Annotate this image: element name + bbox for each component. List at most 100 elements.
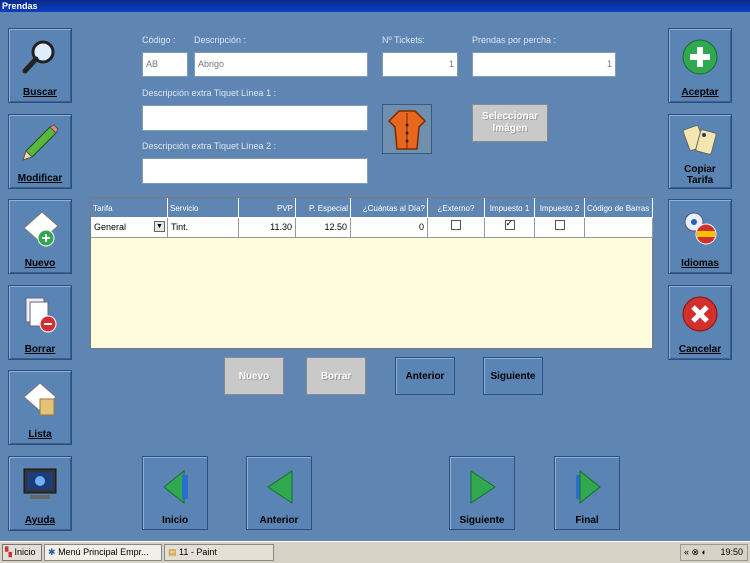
- windows-logo-icon: ▚: [5, 547, 12, 557]
- row-siguiente-button[interactable]: Siguiente: [483, 357, 543, 395]
- taskbar-item-menu[interactable]: ✱ Menú Principal Empr...: [44, 544, 162, 561]
- plus-icon: [682, 39, 718, 75]
- coat-icon: [387, 110, 427, 150]
- copiar-tarifa-button[interactable]: Copiar Tarifa: [668, 114, 732, 189]
- nuevo-left-button[interactable]: Nuevo: [8, 199, 72, 274]
- list-icon: [23, 382, 57, 416]
- window-titlebar: Prendas: [0, 0, 750, 12]
- copiar-tarifa-label: Copiar Tarifa: [669, 164, 731, 186]
- copiar-label: Copiar: [684, 164, 716, 175]
- cell-servicio[interactable]: Tint.: [168, 218, 239, 238]
- flags-icon: [684, 212, 717, 245]
- borrar-left-label: Borrar: [24, 344, 56, 355]
- col-servicio[interactable]: Servicio: [168, 198, 239, 218]
- cell-tarifa-value: General: [94, 222, 127, 232]
- col-especial[interactable]: P. Especial: [296, 198, 351, 218]
- cell-codigo[interactable]: [585, 218, 653, 238]
- aceptar-label: Aceptar: [681, 87, 719, 98]
- table-row[interactable]: General ▼ Tint. 11.30 12.50 0: [91, 218, 653, 238]
- cell-impuesto1[interactable]: [485, 218, 535, 238]
- row-nuevo-button[interactable]: Nuevo: [224, 357, 284, 395]
- externo-checkbox[interactable]: [451, 220, 461, 230]
- col-cuantas[interactable]: ¿Cuántas al Día?: [351, 198, 428, 218]
- buscar-label: Buscar: [23, 87, 57, 98]
- borrar-left-button[interactable]: Borrar: [8, 285, 72, 360]
- next-arrow-icon: [470, 470, 496, 504]
- cell-pvp[interactable]: 11.30: [239, 218, 296, 238]
- nav-siguiente-button[interactable]: Siguiente: [449, 456, 515, 530]
- help-monitor-icon: [23, 468, 57, 499]
- app-icon: ✱: [48, 547, 56, 557]
- impuesto1-checkbox[interactable]: [504, 218, 515, 230]
- descripcion-field[interactable]: Abrigo: [194, 52, 368, 77]
- delete-doc-icon: [25, 297, 57, 333]
- nav-anterior-button[interactable]: Anterior: [246, 456, 312, 530]
- buscar-button[interactable]: Buscar: [8, 28, 72, 103]
- clock: 19:50: [720, 547, 743, 557]
- idiomas-label: Idiomas: [681, 258, 719, 269]
- nuevo-left-label: Nuevo: [24, 258, 56, 269]
- x-icon: [682, 296, 718, 332]
- paint-icon: ▤: [168, 547, 177, 557]
- col-codigo[interactable]: Código de Barras: [585, 198, 653, 218]
- tickets-label: Nº Tickets:: [382, 35, 425, 45]
- nav-siguiente-label: Siguiente: [459, 515, 505, 526]
- cell-impuesto2[interactable]: [535, 218, 585, 238]
- modificar-button[interactable]: Modificar: [8, 114, 72, 189]
- select-image-label-2: Imágen: [492, 123, 528, 134]
- taskbar-item-paint-label: 11 - Paint: [179, 547, 217, 557]
- ayuda-label: Ayuda: [24, 515, 56, 526]
- taskbar-item-paint[interactable]: ▤ 11 - Paint: [164, 544, 274, 561]
- tray-icons[interactable]: « ⊗ ◐: [681, 547, 707, 557]
- cell-externo[interactable]: [428, 218, 485, 238]
- idiomas-button[interactable]: Idiomas: [668, 199, 732, 274]
- last-record-icon: [576, 469, 601, 505]
- extra1-label: Descripción extra Tiquet Línea 1 :: [142, 88, 277, 98]
- cell-cuantas[interactable]: 0: [351, 218, 428, 238]
- tickets-field[interactable]: 1: [382, 52, 458, 77]
- extra2-label: Descripción extra Tiquet Línea 2 :: [142, 141, 277, 151]
- ayuda-button[interactable]: Ayuda: [8, 456, 72, 531]
- cell-especial[interactable]: 12.50: [296, 218, 351, 238]
- cancelar-button[interactable]: Cancelar: [668, 285, 732, 360]
- row-anterior-button[interactable]: Anterior: [395, 357, 455, 395]
- perchas-field[interactable]: 1: [472, 52, 616, 77]
- extra2-field[interactable]: [142, 158, 368, 184]
- col-impuesto1[interactable]: Impuesto 1: [485, 198, 535, 218]
- descripcion-label: Descripción :: [194, 35, 247, 45]
- image-button[interactable]: [382, 104, 432, 154]
- codigo-label: Código :: [142, 35, 176, 45]
- select-image-label-1: Seleccionar: [481, 111, 539, 122]
- modificar-label: Modificar: [17, 173, 63, 184]
- chevron-down-icon[interactable]: ▼: [154, 221, 165, 232]
- taskbar: ▚ Inicio ✱ Menú Principal Empr... ▤ 11 -…: [0, 541, 750, 563]
- first-record-icon: [163, 469, 188, 505]
- nav-final-button[interactable]: Final: [554, 456, 620, 530]
- select-image-button[interactable]: Seleccionar Imágen: [472, 104, 548, 142]
- tarifas-grid[interactable]: Tarifa Servicio PVP P. Especial ¿Cuántas…: [90, 197, 653, 349]
- nav-final-label: Final: [575, 515, 599, 526]
- start-label: Inicio: [14, 547, 36, 557]
- aceptar-button[interactable]: Aceptar: [668, 28, 732, 103]
- col-pvp[interactable]: PVP: [239, 198, 296, 218]
- col-impuesto2[interactable]: Impuesto 2: [535, 198, 585, 218]
- codigo-field[interactable]: AB: [142, 52, 188, 77]
- window-title: Prendas: [2, 1, 38, 11]
- nav-anterior-label: Anterior: [259, 515, 299, 526]
- nav-inicio-button[interactable]: Inicio: [142, 456, 208, 530]
- extra1-field[interactable]: [142, 105, 368, 131]
- lista-label: Lista: [28, 429, 52, 440]
- cell-tarifa[interactable]: General ▼: [91, 218, 168, 238]
- col-tarifa[interactable]: Tarifa: [91, 198, 168, 218]
- col-externo[interactable]: ¿Externo?: [428, 198, 485, 218]
- copy-tags-icon: [682, 124, 717, 155]
- grid-header: Tarifa Servicio PVP P. Especial ¿Cuántas…: [91, 198, 653, 218]
- pencil-icon: [22, 124, 59, 161]
- magnifier-icon: [22, 40, 55, 74]
- system-tray: « ⊗ ◐ 19:50: [680, 544, 748, 561]
- cancelar-label: Cancelar: [678, 344, 722, 355]
- lista-button[interactable]: Lista: [8, 370, 72, 445]
- row-borrar-button[interactable]: Borrar: [306, 357, 366, 395]
- impuesto2-checkbox[interactable]: [554, 220, 565, 230]
- start-button[interactable]: ▚ Inicio: [2, 544, 42, 561]
